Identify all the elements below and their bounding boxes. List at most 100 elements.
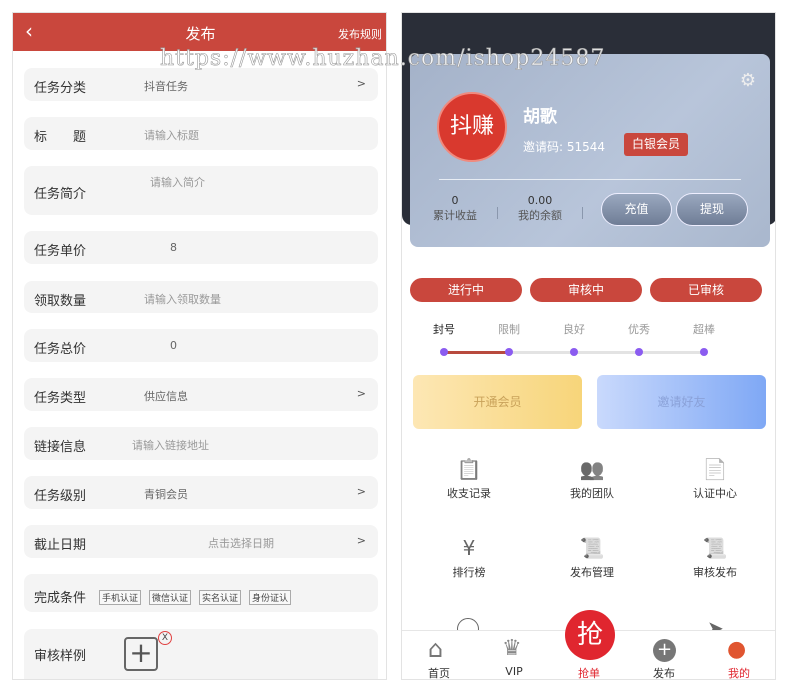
publish-panel: ‹ 发布 发布规则 任务分类 抖音任务 > 标 题 请输入标题任务简介 请输入简介任务单价… — [12, 12, 387, 680]
field-row[interactable]: 任务单价 8 — [24, 231, 378, 264]
add-image-button[interactable]: + — [124, 637, 158, 671]
field-value[interactable]: 0 — [170, 339, 177, 352]
field-row[interactable]: 标 题 请输入标题 — [24, 117, 378, 150]
level-label: 限制 — [498, 323, 520, 336]
field-value[interactable]: 请输入领取数量 — [144, 291, 221, 307]
grid-label: 我的团队 — [570, 487, 614, 500]
user-name: 胡歌 — [523, 107, 557, 127]
publish-manage-icon: 📜 — [579, 536, 605, 560]
chevron-right-icon: > — [356, 534, 366, 547]
condition-tag[interactable]: 身份证认 — [249, 590, 292, 605]
certificate-icon: 📄 — [702, 457, 728, 481]
condition-tag[interactable]: 实名认证 — [199, 590, 242, 605]
stat-balance: 0.00 我的余额 — [510, 194, 570, 223]
level-label: 优秀 — [628, 323, 650, 336]
home-icon[interactable]: ⌂ — [428, 635, 443, 663]
grid-item[interactable]: ¥ 排行榜 — [409, 536, 529, 580]
level-dot — [700, 348, 708, 356]
field-value[interactable]: 8 — [170, 241, 177, 254]
field-row[interactable]: 任务总价 0 — [24, 329, 378, 362]
field-value[interactable]: 供应信息 — [144, 388, 188, 404]
divider — [497, 207, 498, 219]
tab-item[interactable]: VIP — [505, 665, 522, 678]
grid-label: 发布管理 — [570, 566, 614, 579]
field-label: 任务单价 — [34, 244, 87, 259]
chevron-right-icon: > — [356, 387, 366, 400]
field-value[interactable]: 请输入标题 — [144, 127, 199, 143]
divider — [439, 179, 741, 180]
grid-label: 认证中心 — [693, 487, 737, 500]
user-card: ⚙ 抖赚 胡歌 邀请码: 51544 白银会员 0 累计收益 0.00 我的余额 充… — [410, 54, 770, 247]
remove-icon[interactable]: X — [158, 631, 172, 645]
grab-order-button[interactable]: 抢 — [565, 610, 615, 660]
user-icon[interactable]: ● — [727, 637, 746, 662]
field-value[interactable]: 点击选择日期 — [208, 535, 274, 551]
avatar: 抖赚 — [437, 92, 507, 162]
tab-item[interactable]: 发布 — [653, 665, 675, 679]
stat-label: 我的余额 — [518, 209, 562, 222]
conditions-row: 完成条件 手机认证 微信认证 实名认证 身份证认 — [24, 574, 378, 612]
grid-item[interactable]: 📜 审核发布 — [655, 536, 775, 580]
field-value[interactable]: 请输入简介 — [150, 174, 205, 190]
field-value[interactable]: 抖音任务 — [144, 78, 188, 94]
condition-tag[interactable]: 微信认证 — [149, 590, 192, 605]
level-label: 良好 — [563, 323, 585, 336]
stat-value: 0.00 — [527, 194, 553, 207]
status-reviewing-button[interactable]: 审核中 — [530, 278, 642, 302]
status-in-progress-button[interactable]: 进行中 — [410, 278, 522, 302]
field-label: 领取数量 — [34, 294, 87, 309]
level-dot — [505, 348, 513, 356]
tab-item[interactable]: 我的 — [728, 665, 750, 679]
field-row[interactable]: 任务分类 抖音任务 > — [24, 68, 378, 101]
field-label: 链接信息 — [34, 440, 87, 455]
team-icon: 👥 — [579, 457, 605, 481]
tab-item[interactable]: 抢单 — [578, 665, 600, 679]
field-label: 完成条件 — [34, 591, 87, 606]
grid-item[interactable]: 📋 收支记录 — [409, 457, 529, 501]
level-dot — [570, 348, 578, 356]
invite-friends-banner[interactable]: 邀请好友 — [597, 375, 766, 429]
grid-item[interactable]: 👥 我的团队 — [532, 457, 652, 501]
rules-link[interactable]: 发布规则 — [338, 26, 382, 42]
open-membership-banner[interactable]: 开通会员 — [413, 375, 582, 429]
sample-row: 审核样例 + X — [24, 629, 378, 679]
yen-envelope-icon: ¥ — [462, 536, 476, 560]
field-row[interactable]: 任务类型 供应信息 > — [24, 378, 378, 411]
condition-tag[interactable]: 手机认证 — [99, 590, 142, 605]
chevron-right-icon: > — [356, 77, 366, 90]
level-progress-fill — [444, 351, 509, 354]
field-label: 任务级别 — [34, 489, 87, 504]
field-row[interactable]: 链接信息 请输入链接地址 — [24, 427, 378, 460]
field-label: 任务简介 — [34, 187, 87, 202]
stat-earnings: 0 累计收益 — [425, 194, 485, 223]
plus-circle-icon[interactable]: + — [653, 639, 676, 662]
field-label: 任务类型 — [34, 391, 87, 406]
withdraw-button[interactable]: 提现 — [676, 193, 748, 226]
header: ‹ 发布 发布规则 — [13, 13, 386, 51]
level-label: 封号 — [433, 323, 455, 336]
grid-label: 审核发布 — [693, 566, 737, 579]
recharge-button[interactable]: 充值 — [601, 193, 672, 226]
field-label: 任务分类 — [34, 81, 87, 96]
field-value[interactable]: 请输入链接地址 — [132, 437, 209, 453]
field-row[interactable]: 任务级别 青铜会员 > — [24, 476, 378, 509]
status-reviewed-button[interactable]: 已审核 — [650, 278, 762, 302]
stat-label: 累计收益 — [433, 209, 477, 222]
grid-label: 排行榜 — [452, 566, 486, 579]
profile-panel: ⚙ 抖赚 胡歌 邀请码: 51544 白银会员 0 累计收益 0.00 我的余额 充… — [401, 12, 776, 680]
field-label: 审核样例 — [34, 649, 87, 664]
level-dot — [635, 348, 643, 356]
settings-gear-icon[interactable]: ⚙ — [740, 70, 756, 91]
field-row[interactable]: 截止日期 点击选择日期 > — [24, 525, 378, 558]
field-row[interactable]: 任务简介 请输入简介 — [24, 166, 378, 215]
grid-item[interactable]: 📜 发布管理 — [532, 536, 652, 580]
divider — [582, 207, 583, 219]
stat-value: 0 — [451, 194, 459, 207]
field-value[interactable]: 青铜会员 — [144, 486, 188, 502]
crown-icon[interactable]: ♛ — [502, 636, 522, 661]
grid-item[interactable]: 📄 认证中心 — [655, 457, 775, 501]
clipboard-icon: 📋 — [456, 457, 482, 481]
field-row[interactable]: 领取数量 请输入领取数量 — [24, 281, 378, 313]
chevron-right-icon: > — [356, 485, 366, 498]
tab-item[interactable]: 首页 — [428, 665, 450, 679]
